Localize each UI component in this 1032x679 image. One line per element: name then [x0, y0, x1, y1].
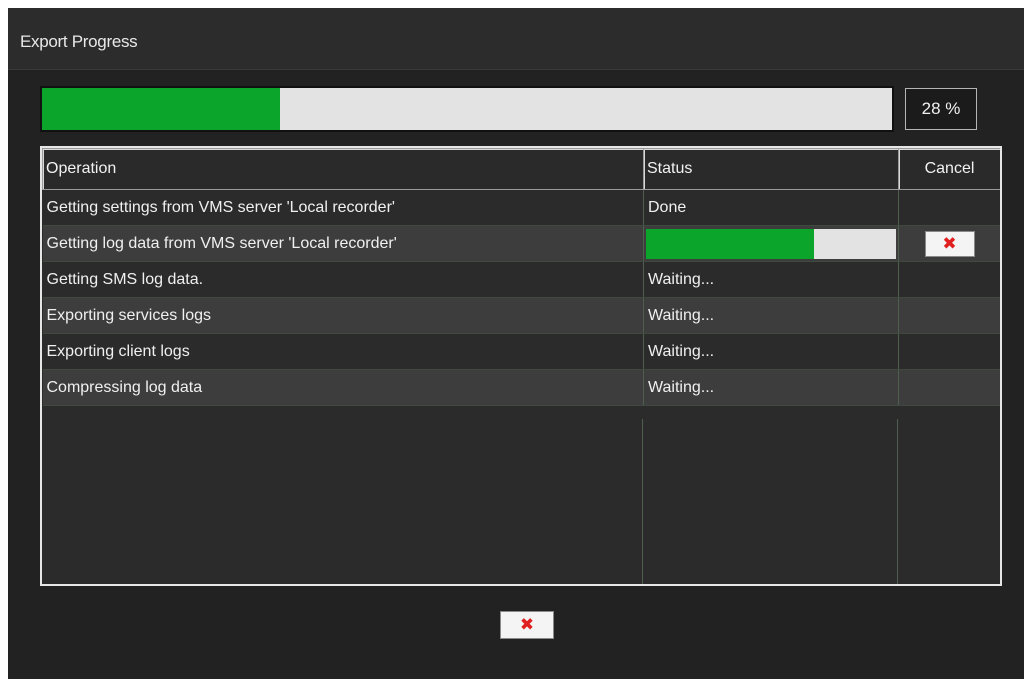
overall-progress-fill — [42, 88, 280, 130]
title-bar: Export Progress — [8, 8, 1024, 70]
status-cell: Waiting... — [643, 261, 899, 298]
status-cell — [643, 225, 899, 262]
status-cell: Waiting... — [643, 369, 899, 406]
column-header-operation[interactable]: Operation — [42, 148, 644, 190]
cancel-cell — [898, 189, 1000, 226]
operation-cell: Exporting client logs — [42, 333, 644, 370]
table-row: Exporting client logs Waiting... — [42, 333, 1000, 370]
operation-cell: Getting settings from VMS server 'Local … — [42, 189, 644, 226]
status-cell: Waiting... — [643, 333, 899, 370]
operation-cell: Compressing log data — [42, 369, 644, 406]
table-row: Compressing log data Waiting... — [42, 369, 1000, 406]
cancel-cell — [898, 297, 1000, 334]
close-x-icon: ✖ — [519, 615, 535, 634]
row-progress-bar — [646, 228, 896, 259]
dialog-title: Export Progress — [20, 32, 138, 51]
operation-cell: Getting SMS log data. — [42, 261, 644, 298]
column-header-cancel[interactable]: Cancel — [898, 148, 1000, 190]
row-progress-fill — [646, 228, 814, 259]
operations-grid: Operation Status Cancel Getting settings… — [40, 146, 1002, 586]
status-cell: Waiting... — [643, 297, 899, 334]
close-x-icon: ✖ — [942, 233, 957, 253]
operation-cell: Exporting services logs — [42, 297, 644, 334]
table-empty-area — [42, 419, 1000, 584]
column-header-status[interactable]: Status — [643, 148, 899, 190]
operations-table: Operation Status Cancel Getting settings… — [42, 148, 1000, 406]
table-header-row: Operation Status Cancel — [42, 148, 1000, 190]
overall-progress-bar — [40, 86, 894, 132]
close-dialog-button[interactable]: ✖ — [500, 611, 554, 639]
cancel-cell: ✖ — [898, 225, 1000, 262]
cancel-cell — [898, 333, 1000, 370]
overall-progress-percent: 28 % — [905, 88, 977, 130]
status-cell: Done — [643, 189, 899, 226]
table-row: Getting log data from VMS server 'Local … — [42, 225, 1000, 262]
cancel-operation-button[interactable]: ✖ — [924, 230, 975, 257]
cancel-cell — [898, 261, 1000, 298]
cancel-cell — [898, 369, 1000, 406]
table-row: Getting SMS log data. Waiting... — [42, 261, 1000, 298]
operation-cell: Getting log data from VMS server 'Local … — [42, 225, 644, 262]
column-divider — [897, 419, 898, 584]
table-row: Exporting services logs Waiting... — [42, 297, 1000, 334]
column-divider — [642, 419, 643, 584]
export-progress-dialog: Export Progress 28 % Operation Status Ca… — [8, 8, 1024, 679]
table-row: Getting settings from VMS server 'Local … — [42, 189, 1000, 226]
